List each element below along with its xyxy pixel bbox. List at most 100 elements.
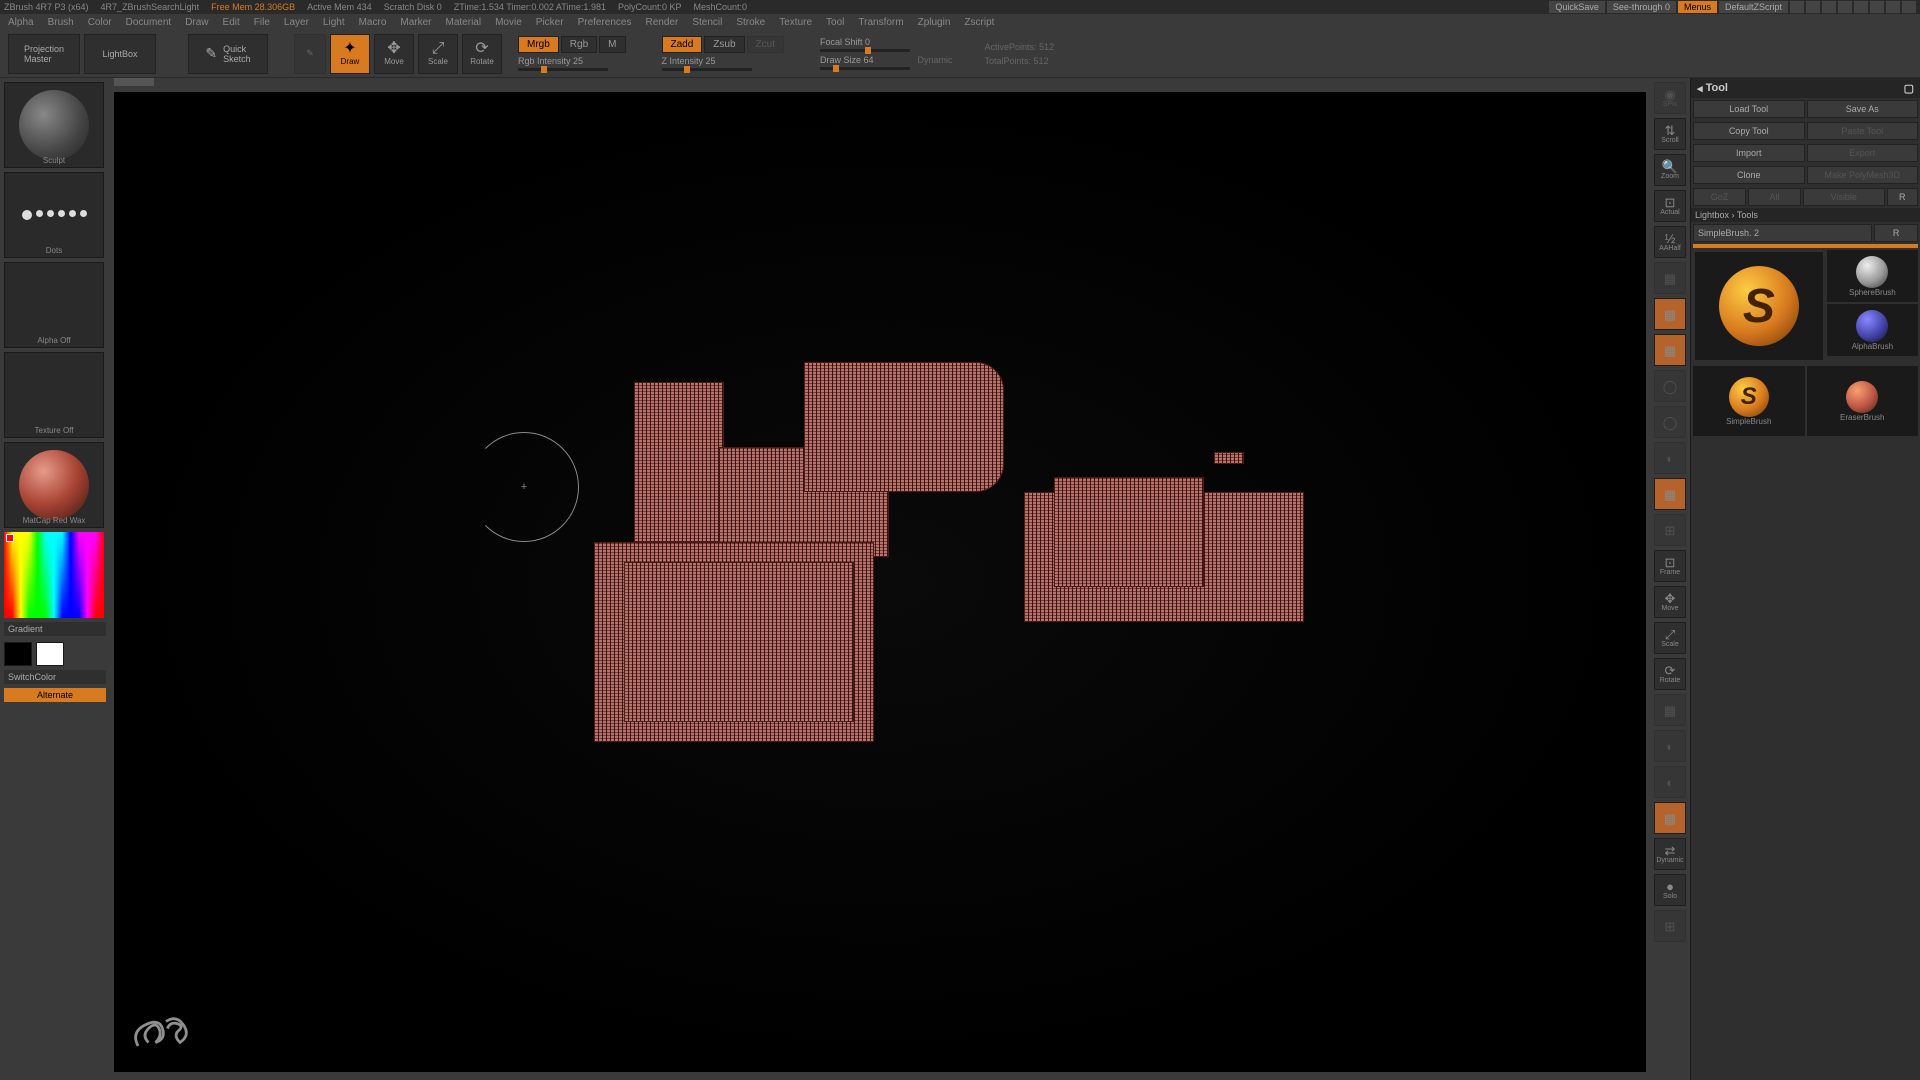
menu-marker[interactable]: Marker xyxy=(400,17,431,28)
menu-draw[interactable]: Draw xyxy=(185,17,208,28)
default-zscript-button[interactable]: DefaultZScript xyxy=(1719,1,1788,13)
quicksketch-button[interactable]: ✎Quick Sketch xyxy=(188,34,268,74)
export-button[interactable]: Export xyxy=(1807,144,1919,162)
menu-edit[interactable]: Edit xyxy=(223,17,240,28)
menu-layer[interactable]: Layer xyxy=(284,17,309,28)
rgb-button[interactable]: Rgb xyxy=(561,36,597,53)
goz-all-button[interactable]: All xyxy=(1748,188,1801,206)
tool-eraser-brush[interactable]: EraserBrush xyxy=(1807,366,1919,436)
menu-document[interactable]: Document xyxy=(126,17,172,28)
shelf-btn7[interactable]: ▦ xyxy=(1654,334,1686,366)
goz-button[interactable]: GoZ xyxy=(1693,188,1746,206)
tool-alpha-brush[interactable]: AlphaBrush xyxy=(1827,304,1918,356)
color-swatch-black[interactable] xyxy=(4,642,32,666)
shelf-btn5[interactable]: ▦ xyxy=(1654,262,1686,294)
menu-stencil[interactable]: Stencil xyxy=(692,17,722,28)
shelf-move[interactable]: ✥Move xyxy=(1654,586,1686,618)
menu-alpha[interactable]: Alpha xyxy=(8,17,34,28)
menu-transform[interactable]: Transform xyxy=(858,17,903,28)
shelf-btn17[interactable]: ▦ xyxy=(1654,694,1686,726)
load-tool-button[interactable]: Load Tool xyxy=(1693,100,1805,118)
menu-stroke[interactable]: Stroke xyxy=(736,17,765,28)
menu-zplugin[interactable]: Zplugin xyxy=(918,17,951,28)
menus-button[interactable]: Menus xyxy=(1678,1,1717,13)
draw-size-slider[interactable] xyxy=(820,67,910,70)
window-icon[interactable] xyxy=(1838,1,1852,13)
shelf-rotate[interactable]: ⟳Rotate xyxy=(1654,658,1686,690)
mrgb-button[interactable]: Mrgb xyxy=(518,36,559,53)
current-tool-name[interactable]: SimpleBrush. 2 xyxy=(1693,224,1872,242)
menu-material[interactable]: Material xyxy=(446,17,482,28)
shelf-zoom[interactable]: 🔍Zoom xyxy=(1654,154,1686,186)
zcut-button[interactable]: Zcut xyxy=(747,36,784,53)
texture-slot[interactable]: Texture Off xyxy=(4,352,104,438)
focal-shift-slider[interactable] xyxy=(820,49,910,52)
tool-panel-close-icon[interactable]: ▢ xyxy=(1904,82,1914,95)
menu-movie[interactable]: Movie xyxy=(495,17,522,28)
switchcolor-button[interactable]: SwitchColor xyxy=(4,670,106,684)
shelf-scale[interactable]: ⤢Scale xyxy=(1654,622,1686,654)
make-polymesh-button[interactable]: Make PolyMesh3D xyxy=(1807,166,1919,184)
window-icon[interactable] xyxy=(1822,1,1836,13)
canvas-tab[interactable] xyxy=(114,78,154,86)
menu-light[interactable]: Light xyxy=(323,17,345,28)
shelf-actual[interactable]: ⊡Actual xyxy=(1654,190,1686,222)
zsub-button[interactable]: Zsub xyxy=(704,36,744,53)
save-as-button[interactable]: Save As xyxy=(1807,100,1919,118)
dynamic-label[interactable]: Dynamic xyxy=(918,55,953,65)
minimize-icon[interactable] xyxy=(1870,1,1884,13)
shelf-btn9[interactable]: ◯ xyxy=(1654,406,1686,438)
menu-texture[interactable]: Texture xyxy=(779,17,812,28)
brush-slot[interactable]: Sculpt xyxy=(4,82,104,168)
paste-tool-button[interactable]: Paste Tool xyxy=(1807,122,1919,140)
zadd-button[interactable]: Zadd xyxy=(662,36,703,53)
maximize-icon[interactable] xyxy=(1886,1,1900,13)
shelf-btn6[interactable]: ▦ xyxy=(1654,298,1686,330)
shelf-btn18[interactable]: ◐ xyxy=(1654,730,1686,762)
shelf-btn12[interactable]: ⊞ xyxy=(1654,514,1686,546)
lightbox-button[interactable]: LightBox xyxy=(84,34,156,74)
shelf-btn20[interactable]: ▦ xyxy=(1654,802,1686,834)
edit-button[interactable]: ✎ xyxy=(294,34,326,74)
projection-master-button[interactable]: Projection Master xyxy=(8,34,80,74)
menu-file[interactable]: File xyxy=(254,17,270,28)
clone-button[interactable]: Clone xyxy=(1693,166,1805,184)
shelf-spix[interactable]: ◉SPix xyxy=(1654,82,1686,114)
tool-r-button[interactable]: R xyxy=(1874,224,1918,242)
color-swatch-white[interactable] xyxy=(36,642,64,666)
shelf-btn10[interactable]: ◐ xyxy=(1654,442,1686,474)
gradient-button[interactable]: Gradient xyxy=(4,622,106,636)
menu-zscript[interactable]: Zscript xyxy=(964,17,994,28)
menu-picker[interactable]: Picker xyxy=(536,17,564,28)
goz-visible-button[interactable]: Visible xyxy=(1803,188,1885,206)
seethrough-button[interactable]: See-through 0 xyxy=(1607,1,1676,13)
menu-macro[interactable]: Macro xyxy=(359,17,387,28)
scale-mode-button[interactable]: ⤢Scale xyxy=(418,34,458,74)
draw-mode-button[interactable]: ✦Draw xyxy=(330,34,370,74)
shelf-btn11[interactable]: ▦ xyxy=(1654,478,1686,510)
move-mode-button[interactable]: ✥Move xyxy=(374,34,414,74)
m-button[interactable]: M xyxy=(599,36,625,53)
shelf-aahalf[interactable]: ½AAHalf xyxy=(1654,226,1686,258)
alpha-slot[interactable]: Alpha Off xyxy=(4,262,104,348)
color-picker[interactable] xyxy=(4,532,104,618)
copy-tool-button[interactable]: Copy Tool xyxy=(1693,122,1805,140)
z-intensity-slider[interactable] xyxy=(662,68,752,71)
tool-panel-arrow-icon[interactable]: ◂ xyxy=(1697,82,1703,95)
shelf-solo[interactable]: ●Solo xyxy=(1654,874,1686,906)
lightbox-tools-label[interactable]: Lightbox › Tools xyxy=(1691,208,1920,222)
menu-render[interactable]: Render xyxy=(646,17,679,28)
window-icon[interactable] xyxy=(1806,1,1820,13)
material-slot[interactable]: MatCap Red Wax xyxy=(4,442,104,528)
shelf-scroll[interactable]: ⇅Scroll xyxy=(1654,118,1686,150)
shelf-btn19[interactable]: ◐ xyxy=(1654,766,1686,798)
stroke-slot[interactable]: Dots xyxy=(4,172,104,258)
menu-brush[interactable]: Brush xyxy=(48,17,74,28)
tool-simple-brush[interactable]: SSimpleBrush xyxy=(1693,366,1805,436)
shelf-frame[interactable]: ⊡Frame xyxy=(1654,550,1686,582)
current-tool-thumb[interactable]: S xyxy=(1695,252,1823,360)
menu-tool[interactable]: Tool xyxy=(826,17,844,28)
import-button[interactable]: Import xyxy=(1693,144,1805,162)
close-icon[interactable] xyxy=(1902,1,1916,13)
goz-r-button[interactable]: R xyxy=(1887,188,1918,206)
